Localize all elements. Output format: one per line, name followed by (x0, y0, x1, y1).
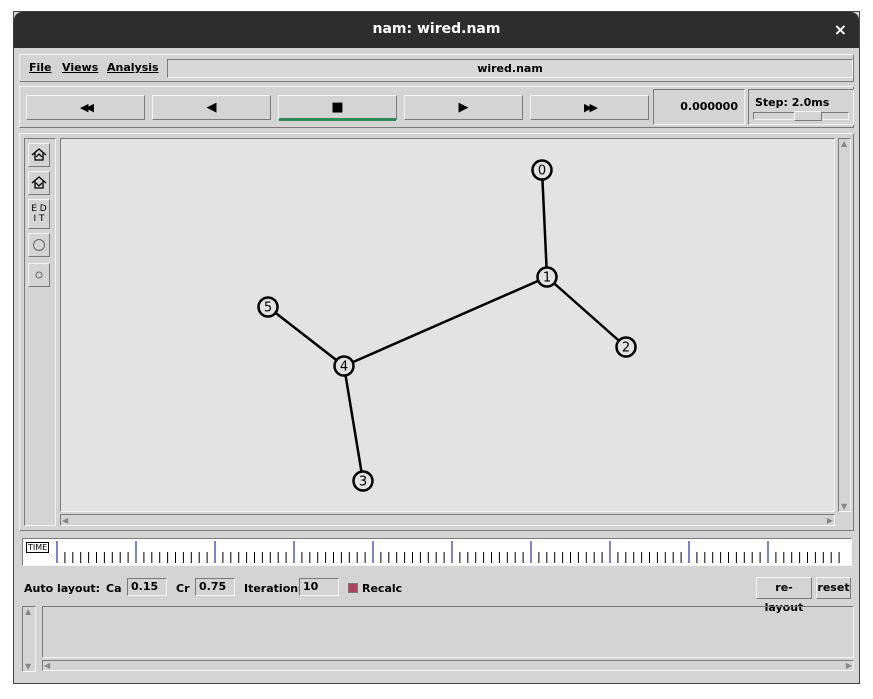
small-node-icon[interactable] (28, 263, 50, 287)
ca-input[interactable]: 0.15 (127, 578, 167, 596)
node-label: 5 (264, 301, 272, 316)
auto-layout-label: Auto layout: (24, 582, 101, 595)
fast-forward-icon: ▶▶ (584, 101, 598, 114)
relayout-button[interactable]: re-layout (756, 577, 812, 614)
node-5[interactable]: 5 (257, 296, 279, 318)
menu-views[interactable]: Views (62, 61, 98, 74)
scroll-down-icon[interactable]: ▼ (841, 502, 847, 511)
zoom-in-icon[interactable] (28, 143, 50, 167)
edit-button[interactable]: E D I T (28, 199, 50, 229)
node-label: 4 (340, 360, 348, 375)
menu-bar: File Views Analysis wired.nam (19, 54, 854, 82)
recalc-checkbox[interactable] (348, 583, 358, 593)
title-bar: nam: wired.nam × (14, 12, 859, 48)
auto-layout-bar: Auto layout: Ca 0.15 Cr 0.75 Iterations … (24, 577, 854, 614)
menu-analysis[interactable]: Analysis (107, 61, 159, 74)
fast-forward-button[interactable]: ▶▶ (530, 95, 649, 120)
stop-button[interactable]: ■ (278, 95, 397, 121)
annotation-list[interactable] (42, 606, 854, 658)
scroll-down-icon[interactable]: ▼ (25, 662, 31, 671)
zoom-out-icon[interactable] (28, 171, 50, 195)
annotation-pane: ▲ ▼ ◀ ▶ (22, 606, 854, 672)
scroll-right-icon[interactable]: ▶ (827, 516, 833, 525)
stop-active-indicator (279, 118, 396, 121)
timeline[interactable]: TIME (22, 538, 852, 566)
step-label: Step: 2.0ms (755, 96, 830, 109)
node-4[interactable]: 4 (333, 355, 355, 377)
step-slider-thumb[interactable] (794, 111, 822, 121)
canvas-vertical-scrollbar[interactable]: ▲ ▼ (838, 138, 851, 512)
menu-file[interactable]: File (29, 61, 52, 74)
node-1[interactable]: 1 (536, 266, 558, 288)
window-title: nam: wired.nam (372, 21, 501, 37)
iterations-label: Iterations (244, 582, 305, 595)
link-1-2[interactable] (546, 276, 627, 348)
network-canvas[interactable]: 0 1 2 3 4 5 (60, 138, 835, 512)
rewind-button[interactable]: ◀◀ (26, 95, 145, 120)
recalc-label: Recalc (362, 582, 403, 595)
scroll-up-icon[interactable]: ▲ (841, 139, 847, 148)
node-0[interactable]: 0 (531, 159, 553, 181)
ca-label: Ca (106, 582, 122, 595)
cr-input[interactable]: 0.75 (195, 578, 235, 596)
annotation-vertical-scrollbar[interactable]: ▲ ▼ (22, 606, 36, 672)
node-2[interactable]: 2 (615, 336, 637, 358)
tool-column: E D I T (24, 138, 56, 526)
main-frame: E D I T 0 1 2 3 4 5 ▲ ▼ ◀ ▶ (19, 133, 854, 531)
link-1-4[interactable] (343, 275, 548, 368)
play-button[interactable]: ▶ (404, 95, 523, 120)
node-label: 0 (538, 164, 546, 179)
scroll-up-icon[interactable]: ▲ (25, 607, 31, 616)
node-label: 2 (622, 341, 630, 356)
stop-icon: ■ (331, 100, 344, 115)
step-control: Step: 2.0ms (748, 89, 854, 125)
annotation-horizontal-scrollbar[interactable]: ◀ ▶ (42, 660, 854, 671)
link-4-3[interactable] (342, 365, 365, 482)
scroll-left-icon[interactable]: ◀ (44, 661, 50, 670)
file-name-field: wired.nam (167, 59, 853, 78)
playback-controls: ◀◀ ◀ ■ ▶ ▶▶ 0.000000 Step: 2.0ms (19, 86, 854, 128)
back-button[interactable]: ◀ (152, 95, 271, 120)
cr-label: Cr (176, 582, 190, 595)
reset-button[interactable]: reset (816, 577, 851, 599)
node-3[interactable]: 3 (352, 470, 374, 492)
network-graph: 0 1 2 3 4 5 (257, 159, 637, 492)
close-icon[interactable]: × (834, 20, 847, 39)
link-0-1[interactable] (540, 169, 549, 278)
time-display: 0.000000 (653, 89, 745, 125)
scroll-right-icon[interactable]: ▶ (846, 661, 852, 670)
iterations-input[interactable]: 10 (299, 578, 339, 596)
play-backward-icon: ◀ (206, 100, 217, 115)
play-icon: ▶ (458, 100, 469, 115)
timeline-ticks (56, 541, 840, 563)
node-label: 1 (543, 271, 551, 286)
large-node-icon[interactable] (28, 233, 50, 257)
step-slider[interactable] (753, 111, 849, 121)
scroll-left-icon[interactable]: ◀ (62, 516, 68, 525)
canvas-horizontal-scrollbar[interactable]: ◀ ▶ (60, 514, 835, 526)
fast-rewind-icon: ◀◀ (80, 101, 94, 114)
nam-window: nam: wired.nam × File Views Analysis wir… (13, 11, 860, 684)
link-4-5[interactable] (267, 306, 345, 367)
node-label: 3 (359, 475, 367, 490)
